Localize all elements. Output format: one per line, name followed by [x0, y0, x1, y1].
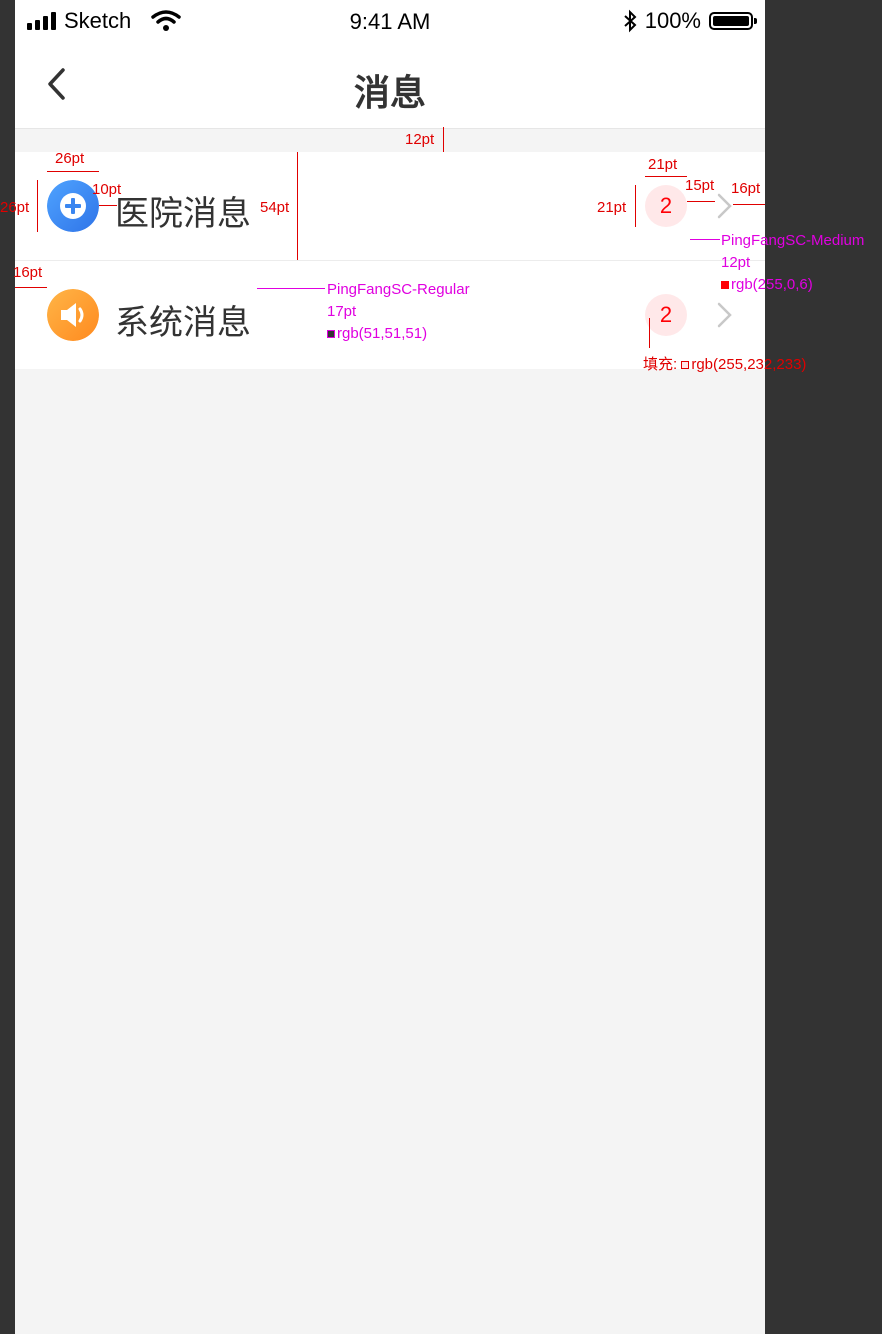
measure-line [99, 205, 117, 206]
annotation-badge-height: 21pt [597, 199, 627, 216]
measure-line [15, 287, 47, 288]
page-title: 消息 [353, 72, 426, 113]
status-bar: Sketch 9:41 AM 100% [15, 0, 765, 42]
annotation-left-margin: 16pt [13, 264, 43, 281]
annotation-icon-gap: 10pt [92, 181, 122, 198]
battery-percent: 100% [644, 8, 701, 33]
measure-line [47, 171, 99, 172]
annotation-fill: 填充: rgb(255,232,233) [643, 356, 807, 373]
bluetooth-icon [624, 9, 637, 33]
chevron-right-icon [717, 302, 732, 328]
annotation-arrow-gap: 15pt [685, 177, 715, 194]
annotation-icon-width: 26pt [55, 150, 85, 167]
annotation-icon-height: 26pt [0, 199, 30, 216]
measure-line [297, 152, 298, 260]
annotation-badge-size: 12pt [721, 254, 751, 271]
measure-line [635, 185, 636, 227]
leader-line [690, 239, 720, 240]
measure-line [733, 204, 765, 205]
measure-line [687, 201, 715, 202]
unread-badge: 2 [645, 185, 687, 227]
annotation-badge-font: PingFangSC-Medium [721, 232, 865, 249]
annotation-label-color: rgb(51,51,51) [327, 325, 427, 342]
annotation-row-height: 54pt [260, 199, 290, 216]
unread-badge: 2 [645, 294, 687, 336]
annotation-label-font: PingFangSC-Regular [327, 281, 470, 298]
measure-line [443, 127, 444, 152]
item-label: 医院消息 [115, 195, 251, 233]
phone-screen: Sketch 9:41 AM 100% 消息 医院消息 2 系统消息 2 [15, 0, 765, 1334]
battery-icon [709, 12, 757, 30]
leader-line [257, 288, 325, 289]
annotation-label-size: 17pt [327, 303, 357, 320]
annotation-right-margin: 16pt [731, 180, 761, 197]
annotation-gap-top: 12pt [405, 131, 435, 148]
item-label: 系统消息 [115, 304, 251, 342]
annotation-badge-color: rgb(255,0,6) [721, 276, 813, 293]
measure-line [645, 176, 687, 177]
annotation-badge-width: 21pt [648, 156, 678, 173]
speaker-icon [47, 289, 99, 341]
leader-line [649, 318, 650, 348]
nav-bar: 消息 [15, 42, 765, 129]
measure-line [37, 180, 38, 232]
